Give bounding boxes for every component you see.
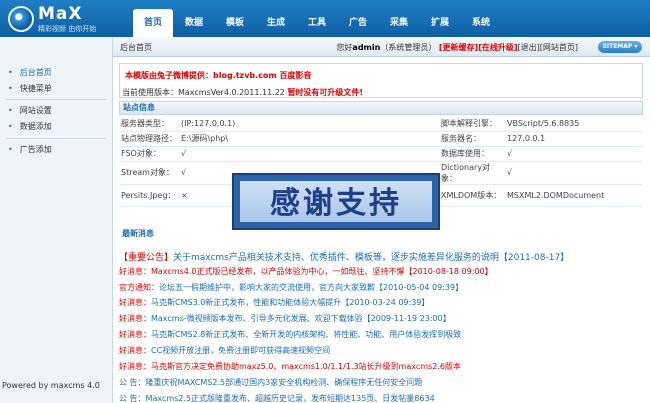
top-header: MaX 精彩视频 由你开始 首页 数据 模板 生成 工具 广告 采集 扩展 系统 xyxy=(0,0,650,37)
info-value: VBScript/5.6.8835 xyxy=(505,116,643,132)
tab-system[interactable]: 系统 xyxy=(461,9,501,37)
check-icon: √ xyxy=(179,146,439,162)
info-value: (IP:127.0.0.1) xyxy=(179,116,439,132)
table-row: 服务器类型： (IP:127.0.0.1) 脚本解释引擎： VBScript/5… xyxy=(119,116,643,132)
check-icon: √ xyxy=(505,146,643,162)
thanks-overlay: 感谢支持 xyxy=(232,173,440,230)
news-item[interactable]: 公 告：隆重庆祝MAXCMS2.5部通过国内3家安全机构检测、确保程序无任何安全… xyxy=(119,377,643,388)
news-item[interactable]: 【重要公告】关于maxcms产品相关技术支持、优秀插件、模板等，逐步实施差异化服… xyxy=(119,250,643,263)
version-info: 当前使用版本：MaxcmsVer4.0.2011.11.22 暂时没有可升级文件… xyxy=(122,87,363,98)
logo-subtitle: 精彩视频 由你开始 xyxy=(38,25,97,33)
table-row: FSO对象： √ 数据库使用： √ xyxy=(119,146,643,162)
powered-by: Powered by maxcms 4.0 xyxy=(2,381,100,390)
info-key: Stream对象： xyxy=(119,161,179,185)
sidebar-divider xyxy=(6,99,106,100)
tab-home[interactable]: 首页 xyxy=(133,9,173,37)
breadcrumb: 后台首页 xyxy=(120,43,152,52)
tab-template[interactable]: 模板 xyxy=(215,9,255,37)
logo-text: MaX xyxy=(38,4,83,24)
info-key: 服务器类型： xyxy=(119,116,179,132)
info-key: 数据库使用： xyxy=(439,146,505,162)
info-value: 127.0.0.1 xyxy=(505,131,643,147)
check-icon: √ xyxy=(505,161,643,185)
site-info-title: 站点信息 xyxy=(119,101,643,115)
sidebar: 后台首页 快捷菜单 网站设置 数据添加 广告添加 Powered by maxc… xyxy=(0,37,113,403)
info-key: Dictionary对象： xyxy=(439,161,505,185)
table-row: 站点物理路径： E:\源码\php\ 服务器名： 127.0.0.1 xyxy=(119,131,643,147)
user-role: （系统管理员） xyxy=(380,43,437,52)
info-key: 脚本解释引擎： xyxy=(439,116,505,132)
news-item[interactable]: 好消息：马克斯CMS3.0新正式发布，性能和功能体验大幅提升【2010-03-2… xyxy=(119,297,643,308)
tab-extend[interactable]: 扩展 xyxy=(420,9,460,37)
site-home-link[interactable]: [网站首页] xyxy=(540,43,578,52)
news-item[interactable]: 官方通知：论坛五一假期维护中，影响大家的交流使用，官方向大家致歉【2010-05… xyxy=(119,282,643,293)
info-value: E:\源码\php\ xyxy=(179,131,439,147)
overlay-text: 感谢支持 xyxy=(270,186,402,221)
sitemap-button[interactable]: SITEMAP ▾ xyxy=(598,41,642,53)
version-label: 当前使用版本：MaxcmsVer4.0.2011.11.22 xyxy=(122,88,285,97)
user-info: 您好admin（系统管理员） [更新缓存][在线升级][退出][网站首页] xyxy=(336,42,578,53)
online-upgrade-link[interactable]: [在线升级] xyxy=(478,43,517,52)
main-nav: 首页 数据 模板 生成 工具 广告 采集 扩展 系统 xyxy=(133,9,502,37)
update-cache-link[interactable]: [更新缓存] xyxy=(439,43,478,52)
sidebar-item-shortcuts[interactable]: 快捷菜单 xyxy=(8,83,52,94)
sidebar-item-add-data[interactable]: 数据添加 xyxy=(8,121,52,132)
username: admin xyxy=(352,43,381,52)
info-key: FSO对象： xyxy=(119,146,179,162)
tab-tools[interactable]: 工具 xyxy=(297,9,337,37)
news-item[interactable]: 好消息：马克斯官方决定免费协助maxz5.0、maxcms1.0/1.1/1.3… xyxy=(119,361,643,372)
greeting: 您好 xyxy=(336,43,353,52)
news-title: 最新消息 xyxy=(122,229,154,238)
logout-link[interactable]: [退出] xyxy=(518,43,540,52)
sidebar-item-add-ad[interactable]: 广告添加 xyxy=(8,144,52,155)
chevron-down-icon: ▾ xyxy=(634,43,638,50)
tab-ads[interactable]: 广告 xyxy=(338,9,378,37)
news-item[interactable]: 好消息：马克斯CMS2.8新正式发布、全新开发的内核架构、将性能、功能、用户体验… xyxy=(119,329,643,340)
news-item[interactable]: 好消息：Maxcms4.0正式版已经发布，以产品体验为中心，一如既往、坚持不懈【… xyxy=(119,266,643,277)
info-value: MSXML2.DOMDocument xyxy=(505,184,643,207)
sidebar-divider xyxy=(6,138,106,139)
tab-generate[interactable]: 生成 xyxy=(256,9,296,37)
info-key: XMLDOM版本： xyxy=(439,184,505,207)
main-content: 本模版由兔子微博提供：blog.tzvb.com 百度影音 当前使用版本：Max… xyxy=(113,57,650,403)
breadcrumb-bar: 后台首页 您好admin（系统管理员） [更新缓存][在线升级][退出][网站首… xyxy=(113,37,650,57)
tab-collect[interactable]: 采集 xyxy=(379,9,419,37)
info-key: Persits.Jpeg： xyxy=(119,184,179,207)
sidebar-item-settings[interactable]: 网站设置 xyxy=(8,105,52,116)
news-item[interactable]: 好消息：Maxcms-微视频版本发布、引导多元化发展、欢迎下载体验【2009-1… xyxy=(119,313,643,324)
logo-disc-icon xyxy=(8,6,34,32)
news-item[interactable]: 公 告：Maxcms2.5正式版隆重发布、超越历史记录，发布短期达135页、日发… xyxy=(119,393,643,403)
info-key: 服务器名： xyxy=(439,131,505,147)
news-item[interactable]: 好消息：CC视频开放注册，免费注册即可获得高速视频空间 xyxy=(119,345,643,356)
info-key: 站点物理路径： xyxy=(119,131,179,147)
logo[interactable]: MaX 精彩视频 由你开始 xyxy=(8,4,118,34)
sidebar-item-home[interactable]: 后台首页 xyxy=(8,67,52,78)
template-credit[interactable]: 本模版由兔子微博提供：blog.tzvb.com 百度影音 xyxy=(125,70,312,81)
tab-data[interactable]: 数据 xyxy=(174,9,214,37)
announcement-banner: 本模版由兔子微博提供：blog.tzvb.com 百度影音 当前使用版本：Max… xyxy=(119,63,643,98)
upgrade-alert: 暂时没有可升级文件! xyxy=(287,88,364,97)
